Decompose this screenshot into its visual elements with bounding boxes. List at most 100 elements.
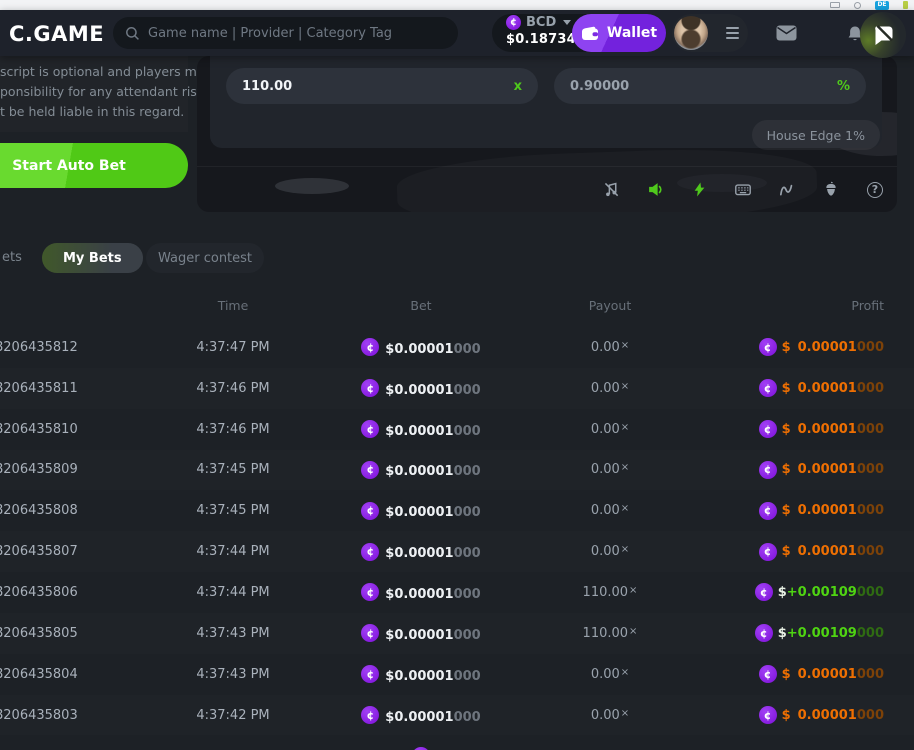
- bet-amount: ¢$0.00001000: [361, 338, 480, 357]
- header-time: Time: [218, 298, 249, 313]
- bet-id: 8206435809: [0, 462, 130, 477]
- bet-amount: ¢$0.00001000: [361, 501, 480, 520]
- bet-amount: ¢$0.00001000: [361, 665, 480, 684]
- wallet-label: Wallet: [607, 25, 657, 41]
- browser-edge-dot: [903, 1, 908, 9]
- music-off-icon[interactable]: [602, 181, 620, 199]
- wallet-button[interactable]: Wallet: [572, 14, 666, 52]
- table-row[interactable]: 82064358094:37:45 PM¢$0.000010000.00×¢$0…: [0, 450, 914, 491]
- bet-time: 4:37:42 PM: [196, 708, 269, 723]
- browser-extension-de-badge[interactable]: DE: [875, 1, 889, 10]
- bcd-coin-icon: ¢: [755, 583, 773, 601]
- bcd-coin-icon: ¢: [361, 379, 379, 397]
- bet-amount: ¢$0.00001000: [361, 624, 480, 643]
- bet-payout: 110.00×: [583, 585, 638, 600]
- bet-amount: ¢$0.00001000: [361, 420, 480, 439]
- game-search-bar[interactable]: [113, 17, 458, 49]
- bet-id: 8206435805: [0, 626, 130, 641]
- turbo-bolt-icon[interactable]: [690, 181, 708, 199]
- win-chance-input[interactable]: [570, 79, 837, 94]
- sound-on-icon[interactable]: [646, 181, 664, 199]
- game-canvas-panel: x % House Edge 1%: [197, 56, 897, 212]
- tab-wager-contest[interactable]: Wager contest: [146, 243, 264, 273]
- disclaimer-line: ponsibility for any attendant risks. We: [0, 82, 188, 102]
- table-row[interactable]: 82064358074:37:44 PM¢$0.000010000.00×¢$0…: [0, 531, 914, 572]
- avatar[interactable]: [674, 16, 708, 50]
- bet-time: 4:37:43 PM: [196, 667, 269, 682]
- bcd-coin-icon: ¢: [361, 461, 379, 479]
- bet-id: 8206435806: [0, 585, 130, 600]
- bet-amount: ¢$0.00001000: [361, 583, 480, 602]
- bet-time: 4:37:47 PM: [196, 340, 269, 355]
- percent-suffix: %: [837, 79, 850, 94]
- chat-disabled-icon: [872, 24, 895, 47]
- bets-tabs: ets My Bets Wager contest: [0, 243, 914, 273]
- header-bet: Bet: [410, 298, 431, 313]
- bet-profit: ¢$0.00001000: [759, 338, 914, 356]
- autobet-disclaimer-panel: script is optional and players must take…: [0, 56, 188, 132]
- bet-payout: 0.00×: [591, 503, 629, 518]
- bcd-coin-icon: ¢: [759, 338, 777, 356]
- bet-time: 4:37:45 PM: [196, 462, 269, 477]
- top-navbar: C.GAME ¢ BCD $0.18734200 Wallet: [0, 10, 914, 56]
- game-toolbar: ?: [197, 167, 897, 212]
- browser-extension-icon[interactable]: [830, 2, 840, 8]
- bet-time: 4:37:44 PM: [196, 585, 269, 600]
- bet-amount: ¢$0.00001000: [361, 379, 480, 398]
- table-row[interactable]: 82064358054:37:43 PM¢$0.00001000110.00×¢…: [0, 613, 914, 654]
- bet-payout: 0.00×: [591, 544, 629, 559]
- disclaimer-line: t be held liable in this regard.: [0, 102, 188, 122]
- bet-payout: 0.00×: [591, 422, 629, 437]
- payout-multiplier-field[interactable]: x: [226, 68, 538, 104]
- search-input[interactable]: [148, 26, 446, 41]
- bet-profit: ¢$+0.00109000: [755, 583, 914, 601]
- bcgame-logo[interactable]: C.GAME: [9, 22, 104, 46]
- chat-toggle-button[interactable]: [860, 12, 906, 58]
- chevron-down-icon: [563, 20, 571, 25]
- win-chance-field[interactable]: %: [554, 68, 866, 104]
- bcd-coin-icon: ¢: [759, 665, 777, 683]
- table-row-partial: ¢: [0, 735, 914, 750]
- user-menu-icon: [726, 27, 739, 39]
- table-row[interactable]: 82064358044:37:43 PM¢$0.000010000.00×¢$0…: [0, 654, 914, 695]
- table-row[interactable]: 82064358114:37:46 PM¢$0.000010000.00×¢$0…: [0, 368, 914, 409]
- bcd-coin-icon: ¢: [361, 420, 379, 438]
- bet-amount: ¢$0.00001000: [361, 706, 480, 725]
- tab-my-bets[interactable]: My Bets: [42, 243, 143, 273]
- house-edge-badge: House Edge 1%: [752, 120, 880, 150]
- wallet-icon: [581, 26, 600, 41]
- bet-time: 4:37:45 PM: [196, 503, 269, 518]
- bet-profit: ¢$0.00001000: [759, 665, 914, 683]
- header-profit: Profit: [851, 298, 914, 313]
- bcd-coin-icon: ¢: [361, 583, 379, 601]
- table-row[interactable]: 82064358084:37:45 PM¢$0.000010000.00×¢$0…: [0, 490, 914, 531]
- bet-profit: ¢$0.00001000: [759, 706, 914, 724]
- bet-profit: ¢$0.00001000: [759, 502, 914, 520]
- bet-amount: ¢$0.00001000: [361, 542, 480, 561]
- bet-time: 4:37:46 PM: [196, 422, 269, 437]
- messages-icon[interactable]: [776, 25, 797, 45]
- browser-profile-icon[interactable]: [854, 2, 861, 9]
- bcd-coin-icon: ¢: [759, 461, 777, 479]
- table-row[interactable]: 82064358104:37:46 PM¢$0.000010000.00×¢$0…: [0, 409, 914, 450]
- provably-fair-acorn-icon[interactable]: [822, 181, 840, 199]
- bet-payout: 0.00×: [591, 340, 629, 355]
- bcd-coin-icon: ¢: [361, 338, 379, 356]
- payout-multiplier-input[interactable]: [242, 79, 514, 94]
- start-auto-bet-button[interactable]: Start Auto Bet: [0, 143, 188, 188]
- table-row[interactable]: 82064358034:37:42 PM¢$0.000010000.00×¢$0…: [0, 695, 914, 736]
- tab-all-bets-partial[interactable]: ets: [2, 250, 22, 265]
- bet-id: 8206435811: [0, 381, 130, 396]
- bet-payout: 0.00×: [591, 381, 629, 396]
- live-stats-icon[interactable]: [778, 181, 796, 199]
- bet-amount: ¢$0.00001000: [361, 460, 480, 479]
- bet-time: 4:37:44 PM: [196, 544, 269, 559]
- hotkeys-keyboard-icon[interactable]: [734, 181, 752, 199]
- help-icon[interactable]: ?: [866, 181, 884, 199]
- bet-payout: 0.00×: [591, 667, 629, 682]
- table-row[interactable]: 82064358124:37:47 PM¢$0.000010000.00×¢$0…: [0, 327, 914, 368]
- bcd-coin-icon: ¢: [506, 15, 521, 30]
- user-menu[interactable]: [672, 14, 748, 52]
- table-row[interactable]: 8206435806 4:37:44 PM ¢$0.00001000 110.00× ¢…: [0, 572, 914, 613]
- bet-id: 8206435810: [0, 422, 130, 437]
